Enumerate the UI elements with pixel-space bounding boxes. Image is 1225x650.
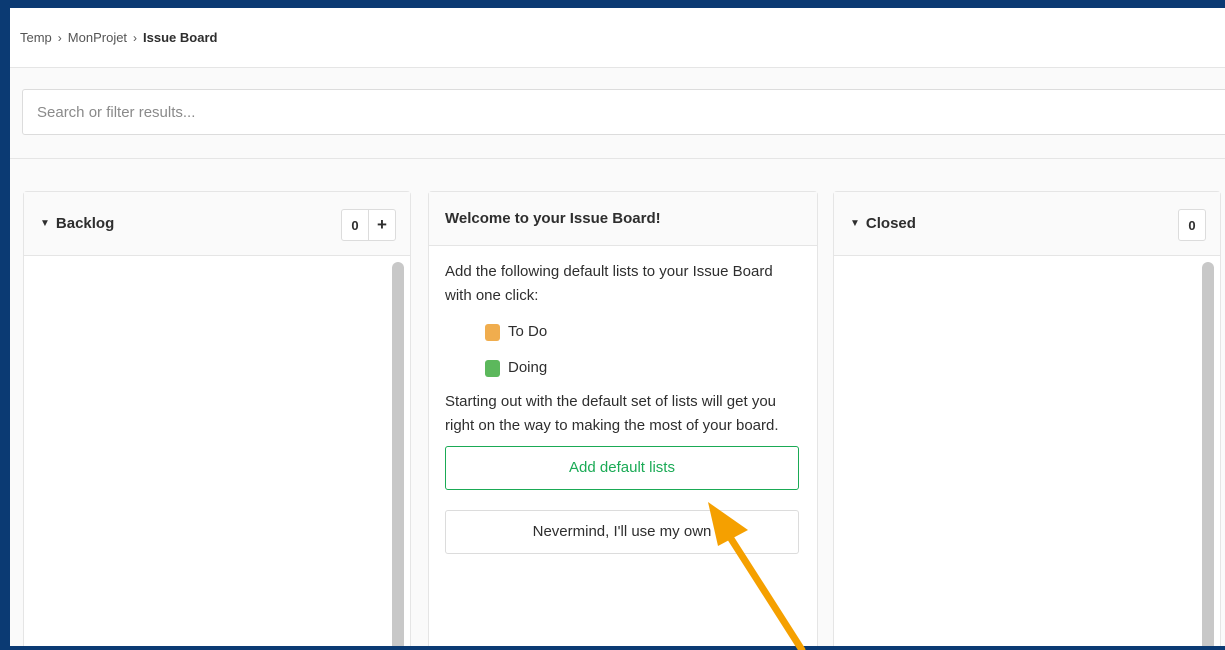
- list-count-group: 0: [1178, 209, 1206, 241]
- chevron-right-icon: ›: [57, 30, 62, 45]
- search-input[interactable]: [22, 89, 1225, 135]
- breadcrumb-item-current[interactable]: Issue Board: [143, 30, 217, 45]
- add-default-lists-button[interactable]: Add default lists: [445, 446, 799, 490]
- welcome-title: Welcome to your Issue Board!: [429, 192, 817, 246]
- list-header-closed[interactable]: ▼ Closed 0: [834, 192, 1220, 256]
- default-label-doing: Doing: [485, 350, 801, 386]
- list-title: Backlog: [55, 215, 115, 232]
- label-name: To Do: [508, 323, 548, 340]
- welcome-description: Starting out with the default set of lis…: [445, 393, 779, 434]
- breadcrumb: Temp › MonProjet › Issue Board: [10, 8, 1225, 68]
- chevron-right-icon: ›: [133, 30, 138, 45]
- annotation-arrow-icon: [708, 502, 806, 650]
- caret-down-icon[interactable]: ▼: [40, 218, 50, 229]
- list-scrollbar[interactable]: [392, 262, 404, 646]
- caret-down-icon[interactable]: ▼: [850, 218, 860, 229]
- default-label-todo: To Do: [485, 314, 801, 350]
- issue-board-page: Temp › MonProjet › Issue Board ▼ Backlog…: [10, 8, 1225, 646]
- board-list-backlog: ▼ Backlog 0 +: [23, 191, 411, 646]
- issue-count-badge: 0: [351, 217, 359, 233]
- breadcrumb-item-group[interactable]: Temp: [20, 30, 52, 45]
- label-color-swatch: [485, 323, 500, 341]
- board-list-closed: ▼ Closed 0: [833, 191, 1221, 646]
- plus-icon[interactable]: +: [368, 210, 395, 240]
- list-title: Closed: [865, 215, 916, 232]
- list-header-backlog[interactable]: ▼ Backlog 0 +: [24, 192, 410, 256]
- filter-bar: [10, 69, 1225, 159]
- list-scrollbar[interactable]: [1202, 262, 1214, 646]
- label-color-swatch: [485, 359, 500, 377]
- list-count-group: 0 +: [341, 209, 396, 241]
- label-name: Doing: [508, 359, 548, 376]
- breadcrumb-item-project[interactable]: MonProjet: [68, 30, 127, 45]
- welcome-intro: Add the following default lists to your …: [445, 263, 773, 304]
- issue-count-badge: 0: [1188, 217, 1196, 233]
